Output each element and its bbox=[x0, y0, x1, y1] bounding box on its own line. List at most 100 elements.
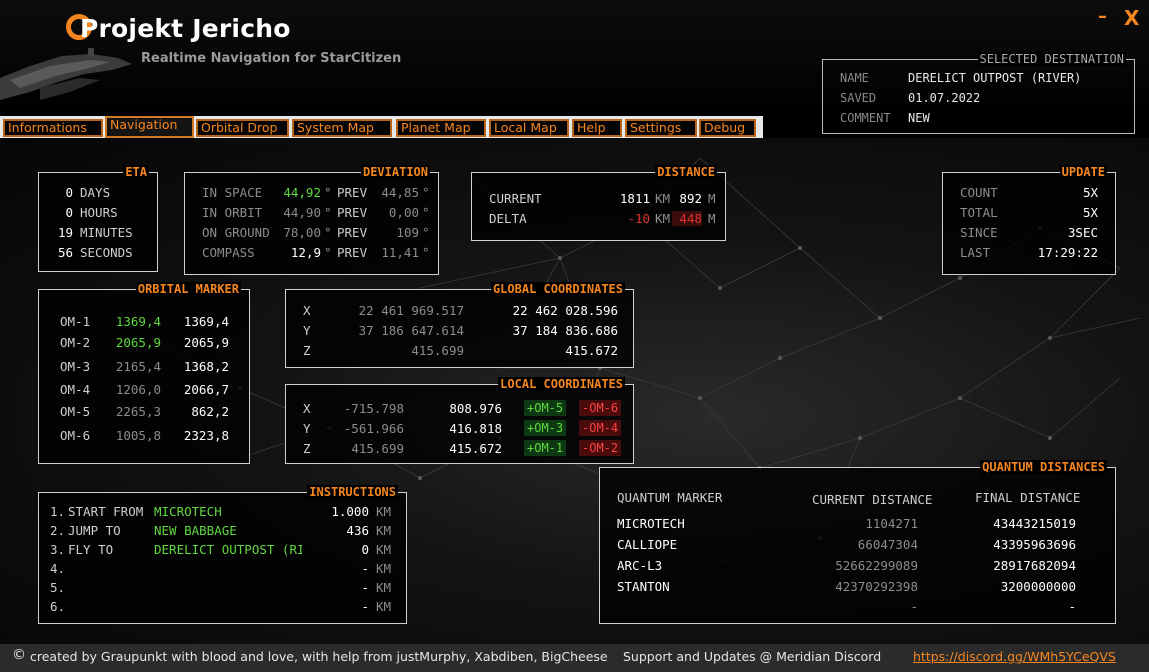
axis-label: Z bbox=[303, 343, 311, 358]
km-unit: KM bbox=[376, 542, 392, 557]
update-value: 5X bbox=[1082, 205, 1098, 220]
quantum-marker-name: ARC-L3 bbox=[617, 558, 663, 573]
om-current: 1005,8 bbox=[115, 428, 161, 443]
deviation-label: COMPASS bbox=[202, 245, 255, 260]
om-final: 1369,4 bbox=[183, 314, 229, 329]
instruction-distance: 1.000 bbox=[331, 504, 369, 519]
instructions-panel: INSTRUCTIONS 1. START FROM MICROTECH 1.0… bbox=[38, 485, 407, 624]
quantum-current-distance: - bbox=[910, 599, 918, 614]
destination-comment-label: COMMENT bbox=[840, 111, 891, 125]
axis-label: Y bbox=[303, 323, 311, 338]
instruction-action: FLY TO bbox=[68, 542, 114, 557]
deviation-prev-value: 44,85 bbox=[381, 185, 419, 200]
om-final: 2065,9 bbox=[183, 335, 229, 350]
km-unit: KM bbox=[376, 599, 392, 614]
update-label: TOTAL bbox=[960, 205, 998, 220]
minus-om-tag: -OM-2 bbox=[579, 440, 622, 456]
degree-symbol: ° bbox=[324, 225, 332, 240]
global-target: 37 184 836.686 bbox=[512, 323, 618, 338]
km-unit: KM bbox=[376, 504, 392, 519]
prev-label: PREV bbox=[337, 185, 368, 200]
app-subtitle: Realtime Navigation for StarCitizen bbox=[141, 51, 402, 66]
destination-saved-value: 01.07.2022 bbox=[908, 91, 981, 105]
tab-planet-map[interactable]: Planet Map bbox=[396, 119, 486, 137]
instruction-number: 1. bbox=[50, 504, 66, 519]
tab-navigation[interactable]: Navigation bbox=[105, 116, 194, 138]
destination-comment-value: NEW bbox=[908, 111, 930, 125]
global-target: 415.672 bbox=[565, 343, 618, 358]
distance-current-m: 892 bbox=[679, 191, 702, 206]
deviation-label: ON GROUND bbox=[202, 225, 270, 240]
deviation-value: 44,92 bbox=[283, 185, 321, 200]
update-label: COUNT bbox=[960, 185, 998, 200]
destination-name-row: NAME DERELICT OUTPOST (RIVER) bbox=[840, 71, 1081, 85]
global-current: 37 186 647.614 bbox=[358, 323, 464, 338]
quantum-marker-header: QUANTUM MARKER bbox=[617, 490, 723, 505]
destination-saved-row: SAVED 01.07.2022 bbox=[840, 91, 980, 105]
instruction-target: DERELICT OUTPOST (RI bbox=[154, 542, 302, 557]
tab-settings[interactable]: Settings bbox=[625, 119, 697, 137]
quantum-final-distance: 43443215019 bbox=[993, 516, 1076, 531]
destination-name-value: DERELICT OUTPOST (RIVER) bbox=[908, 71, 1082, 85]
local-target: 415.672 bbox=[449, 441, 502, 456]
deviation-value: 12,9 bbox=[290, 245, 321, 260]
destination-name-label: NAME bbox=[840, 71, 869, 85]
om-label: OM-1 bbox=[60, 314, 91, 329]
tab-system-map[interactable]: System Map bbox=[292, 119, 392, 137]
prev-label: PREV bbox=[337, 245, 368, 260]
deviation-prev-value: 11,41 bbox=[381, 245, 419, 260]
footer: © created by Graupunkt with blood and lo… bbox=[0, 644, 1149, 672]
quantum-distances-legend: QUANTUM DISTANCES bbox=[980, 460, 1107, 474]
axis-label: X bbox=[303, 303, 311, 318]
m-unit: M bbox=[708, 211, 716, 226]
instructions-legend: INSTRUCTIONS bbox=[307, 485, 398, 499]
close-button[interactable]: X bbox=[1124, 6, 1139, 30]
deviation-prev-value: 109 bbox=[396, 225, 419, 240]
deviation-value: 44,90 bbox=[283, 205, 321, 220]
distance-panel: DISTANCE CURRENT 1811 KM 892 M DELTA -10… bbox=[471, 165, 726, 241]
global-current: 22 461 969.517 bbox=[358, 303, 464, 318]
quantum-distances-panel: QUANTUM DISTANCES QUANTUM MARKER CURRENT… bbox=[599, 460, 1116, 624]
instruction-number: 4. bbox=[50, 561, 66, 576]
eta-legend: ETA bbox=[123, 165, 149, 179]
om-current: 1369,4 bbox=[115, 314, 161, 329]
instruction-number: 6. bbox=[50, 599, 66, 614]
quantum-final-distance: 3200000000 bbox=[1000, 579, 1076, 594]
tab-debug[interactable]: Debug bbox=[699, 119, 756, 137]
deviation-label: IN ORBIT bbox=[202, 205, 263, 220]
quantum-final-distance: 43395963696 bbox=[993, 537, 1076, 552]
eta-panel: ETA 0 DAYS 0 HOURS 19 MINUTES 56 SECONDS bbox=[38, 165, 158, 272]
quantum-final-distance: 28917682094 bbox=[993, 558, 1076, 573]
instruction-target: MICROTECH bbox=[154, 504, 222, 519]
om-label: OM-4 bbox=[60, 382, 91, 397]
footer-credits: created by Graupunkt with blood and love… bbox=[30, 649, 608, 664]
tab-local-map[interactable]: Local Map bbox=[489, 119, 569, 137]
destination-saved-label: SAVED bbox=[840, 91, 877, 105]
tab-informations[interactable]: Informations bbox=[3, 119, 103, 137]
instruction-number: 5. bbox=[50, 580, 66, 595]
quantum-current-distance: 66047304 bbox=[857, 537, 918, 552]
update-panel: UPDATE COUNT 5X TOTAL 5X SINCE 3SEC LAST… bbox=[942, 165, 1116, 275]
axis-label: Z bbox=[303, 441, 311, 456]
om-final: 1368,2 bbox=[183, 359, 229, 374]
discord-link[interactable]: https://discord.gg/WMh5YCeQVS bbox=[913, 649, 1116, 664]
eta-minutes-value: 19 bbox=[57, 225, 73, 240]
plus-om-tag: +OM-3 bbox=[524, 420, 567, 436]
eta-hours-value: 0 bbox=[65, 205, 73, 220]
om-current: 1206,0 bbox=[115, 382, 161, 397]
minimize-button[interactable]: – bbox=[1098, 6, 1107, 27]
orbital-marker-legend: ORBITAL MARKER bbox=[135, 282, 241, 296]
tab-help[interactable]: Help bbox=[572, 119, 622, 137]
degree-symbol: ° bbox=[422, 245, 430, 260]
local-current: -715.798 bbox=[343, 401, 404, 416]
tab-orbital-drop[interactable]: Orbital Drop bbox=[196, 119, 289, 137]
m-unit: M bbox=[708, 191, 716, 206]
quantum-current-distance: 42370292398 bbox=[835, 579, 918, 594]
km-unit: KM bbox=[376, 523, 392, 538]
om-current: 2065,9 bbox=[115, 335, 161, 350]
om-final: 862,2 bbox=[191, 404, 229, 419]
km-unit: KM bbox=[376, 561, 392, 576]
eta-days-value: 0 bbox=[65, 185, 73, 200]
om-current: 2165,4 bbox=[115, 359, 161, 374]
instruction-target: NEW BABBAGE bbox=[154, 523, 237, 538]
